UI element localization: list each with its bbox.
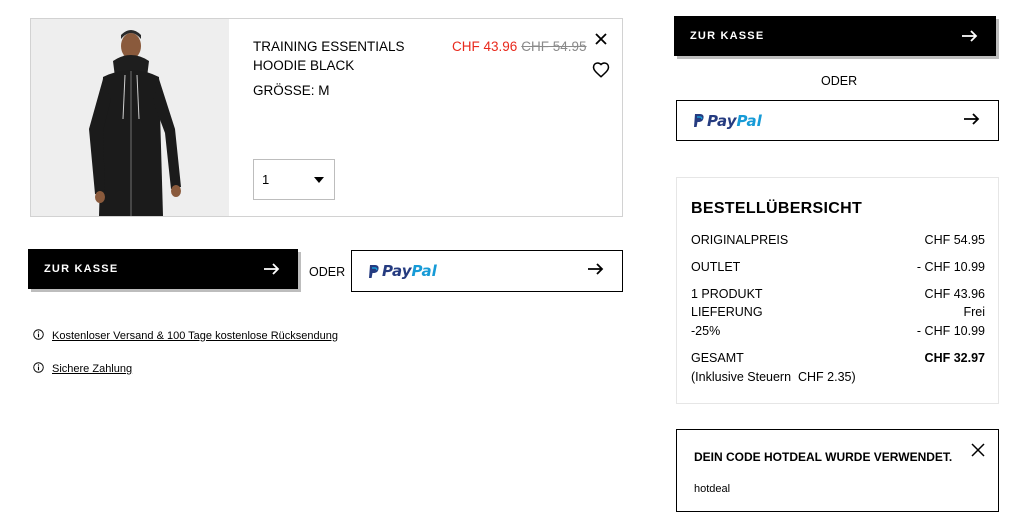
summary-value: Frei [963, 305, 985, 319]
summary-label: OUTLET [691, 260, 741, 274]
sidebar-checkout-button[interactable]: ZUR KASSE [674, 16, 996, 56]
summary-row-products: 1 PRODUKT CHF 43.96 [691, 287, 985, 301]
close-icon[interactable] [593, 31, 609, 47]
summary-value: CHF 43.96 [924, 287, 985, 301]
summary-value: - CHF 10.99 [916, 260, 985, 274]
sidebar-or-label: ODER [821, 74, 858, 88]
quantity-select[interactable]: 1 [253, 159, 335, 200]
sidebar-paypal-button[interactable]: PayPal [676, 100, 999, 141]
paypal-button[interactable]: PayPal [351, 250, 623, 292]
summary-label: 1 PRODUKT [691, 287, 763, 301]
summary-total-value: CHF 32.97 [924, 351, 985, 365]
paypal-icon [694, 114, 704, 127]
payment-info-link[interactable]: Sichere Zahlung [52, 363, 132, 375]
summary-title: BESTELLÜBERSICHT [691, 200, 863, 217]
product-name[interactable]: TRAINING ESSENTIALS HOODIE BLACK [253, 37, 445, 75]
order-summary: BESTELLÜBERSICHT ORIGINALPREIS CHF 54.95… [676, 177, 999, 404]
summary-row-delivery: LIEFERUNG Frei [691, 305, 985, 319]
sidebar-checkout-label: ZUR KASSE [690, 30, 765, 42]
coupon-code: hotdeal [694, 483, 731, 495]
chevron-down-icon [314, 176, 324, 183]
quantity-value: 1 [262, 172, 270, 187]
paypal-pal-text: Pal [736, 111, 762, 130]
paypal-pay-text: Pay [382, 262, 412, 280]
paypal-logo: PayPal [693, 112, 762, 130]
product-image[interactable] [31, 19, 229, 216]
summary-row-original: ORIGINALPREIS CHF 54.95 [691, 233, 985, 247]
summary-label: ORIGINALPREIS [691, 233, 789, 247]
summary-value: CHF 54.95 [924, 233, 985, 247]
paypal-pal-text: Pal [411, 262, 437, 280]
shipping-info: Kostenloser Versand & 100 Tage kostenlos… [33, 329, 338, 343]
arrow-right-icon [588, 262, 604, 280]
arrow-right-icon [964, 112, 980, 130]
paypal-icon [369, 264, 379, 278]
coupon-message: DEIN CODE HOTDEAL WURDE VERWENDET. [694, 450, 953, 464]
coupon-notice: DEIN CODE HOTDEAL WURDE VERWENDET. hotde… [676, 429, 999, 512]
info-icon [33, 362, 44, 376]
payment-info: Sichere Zahlung [33, 362, 132, 376]
summary-row-total: GESAMT CHF 32.97 [691, 351, 985, 365]
summary-row-outlet: OUTLET - CHF 10.99 [691, 260, 985, 274]
summary-value: - CHF 10.99 [916, 324, 985, 338]
product-price: CHF 43.96 CHF 54.95 [452, 37, 587, 56]
info-icon [33, 329, 44, 343]
shipping-info-link[interactable]: Kostenloser Versand & 100 Tage kostenlos… [52, 330, 338, 342]
arrow-right-icon [264, 263, 280, 275]
paypal-logo: PayPal [368, 262, 437, 280]
or-label: ODER [309, 265, 346, 279]
heart-icon[interactable] [592, 61, 610, 79]
arrow-right-icon [962, 30, 978, 42]
product-size: GRÖSSE: M [253, 83, 330, 98]
paypal-pay-text: Pay [707, 111, 737, 130]
summary-tax-note: (Inklusive Steuern CHF 2.35) [691, 370, 856, 384]
checkout-button[interactable]: ZUR KASSE [28, 249, 298, 289]
summary-tax-note-row: (Inklusive Steuern CHF 2.35) [691, 370, 985, 384]
summary-label: GESAMT [691, 351, 744, 365]
close-icon[interactable] [970, 442, 986, 458]
original-price: CHF 54.95 [521, 39, 587, 54]
summary-label: -25% [691, 324, 721, 338]
summary-label: LIEFERUNG [691, 305, 763, 319]
checkout-button-label: ZUR KASSE [44, 263, 119, 275]
summary-row-discount: -25% - CHF 10.99 [691, 324, 985, 338]
sale-price: CHF 43.96 [452, 39, 518, 54]
cart-item-card: TRAINING ESSENTIALS HOODIE BLACK CHF 43.… [30, 18, 623, 217]
